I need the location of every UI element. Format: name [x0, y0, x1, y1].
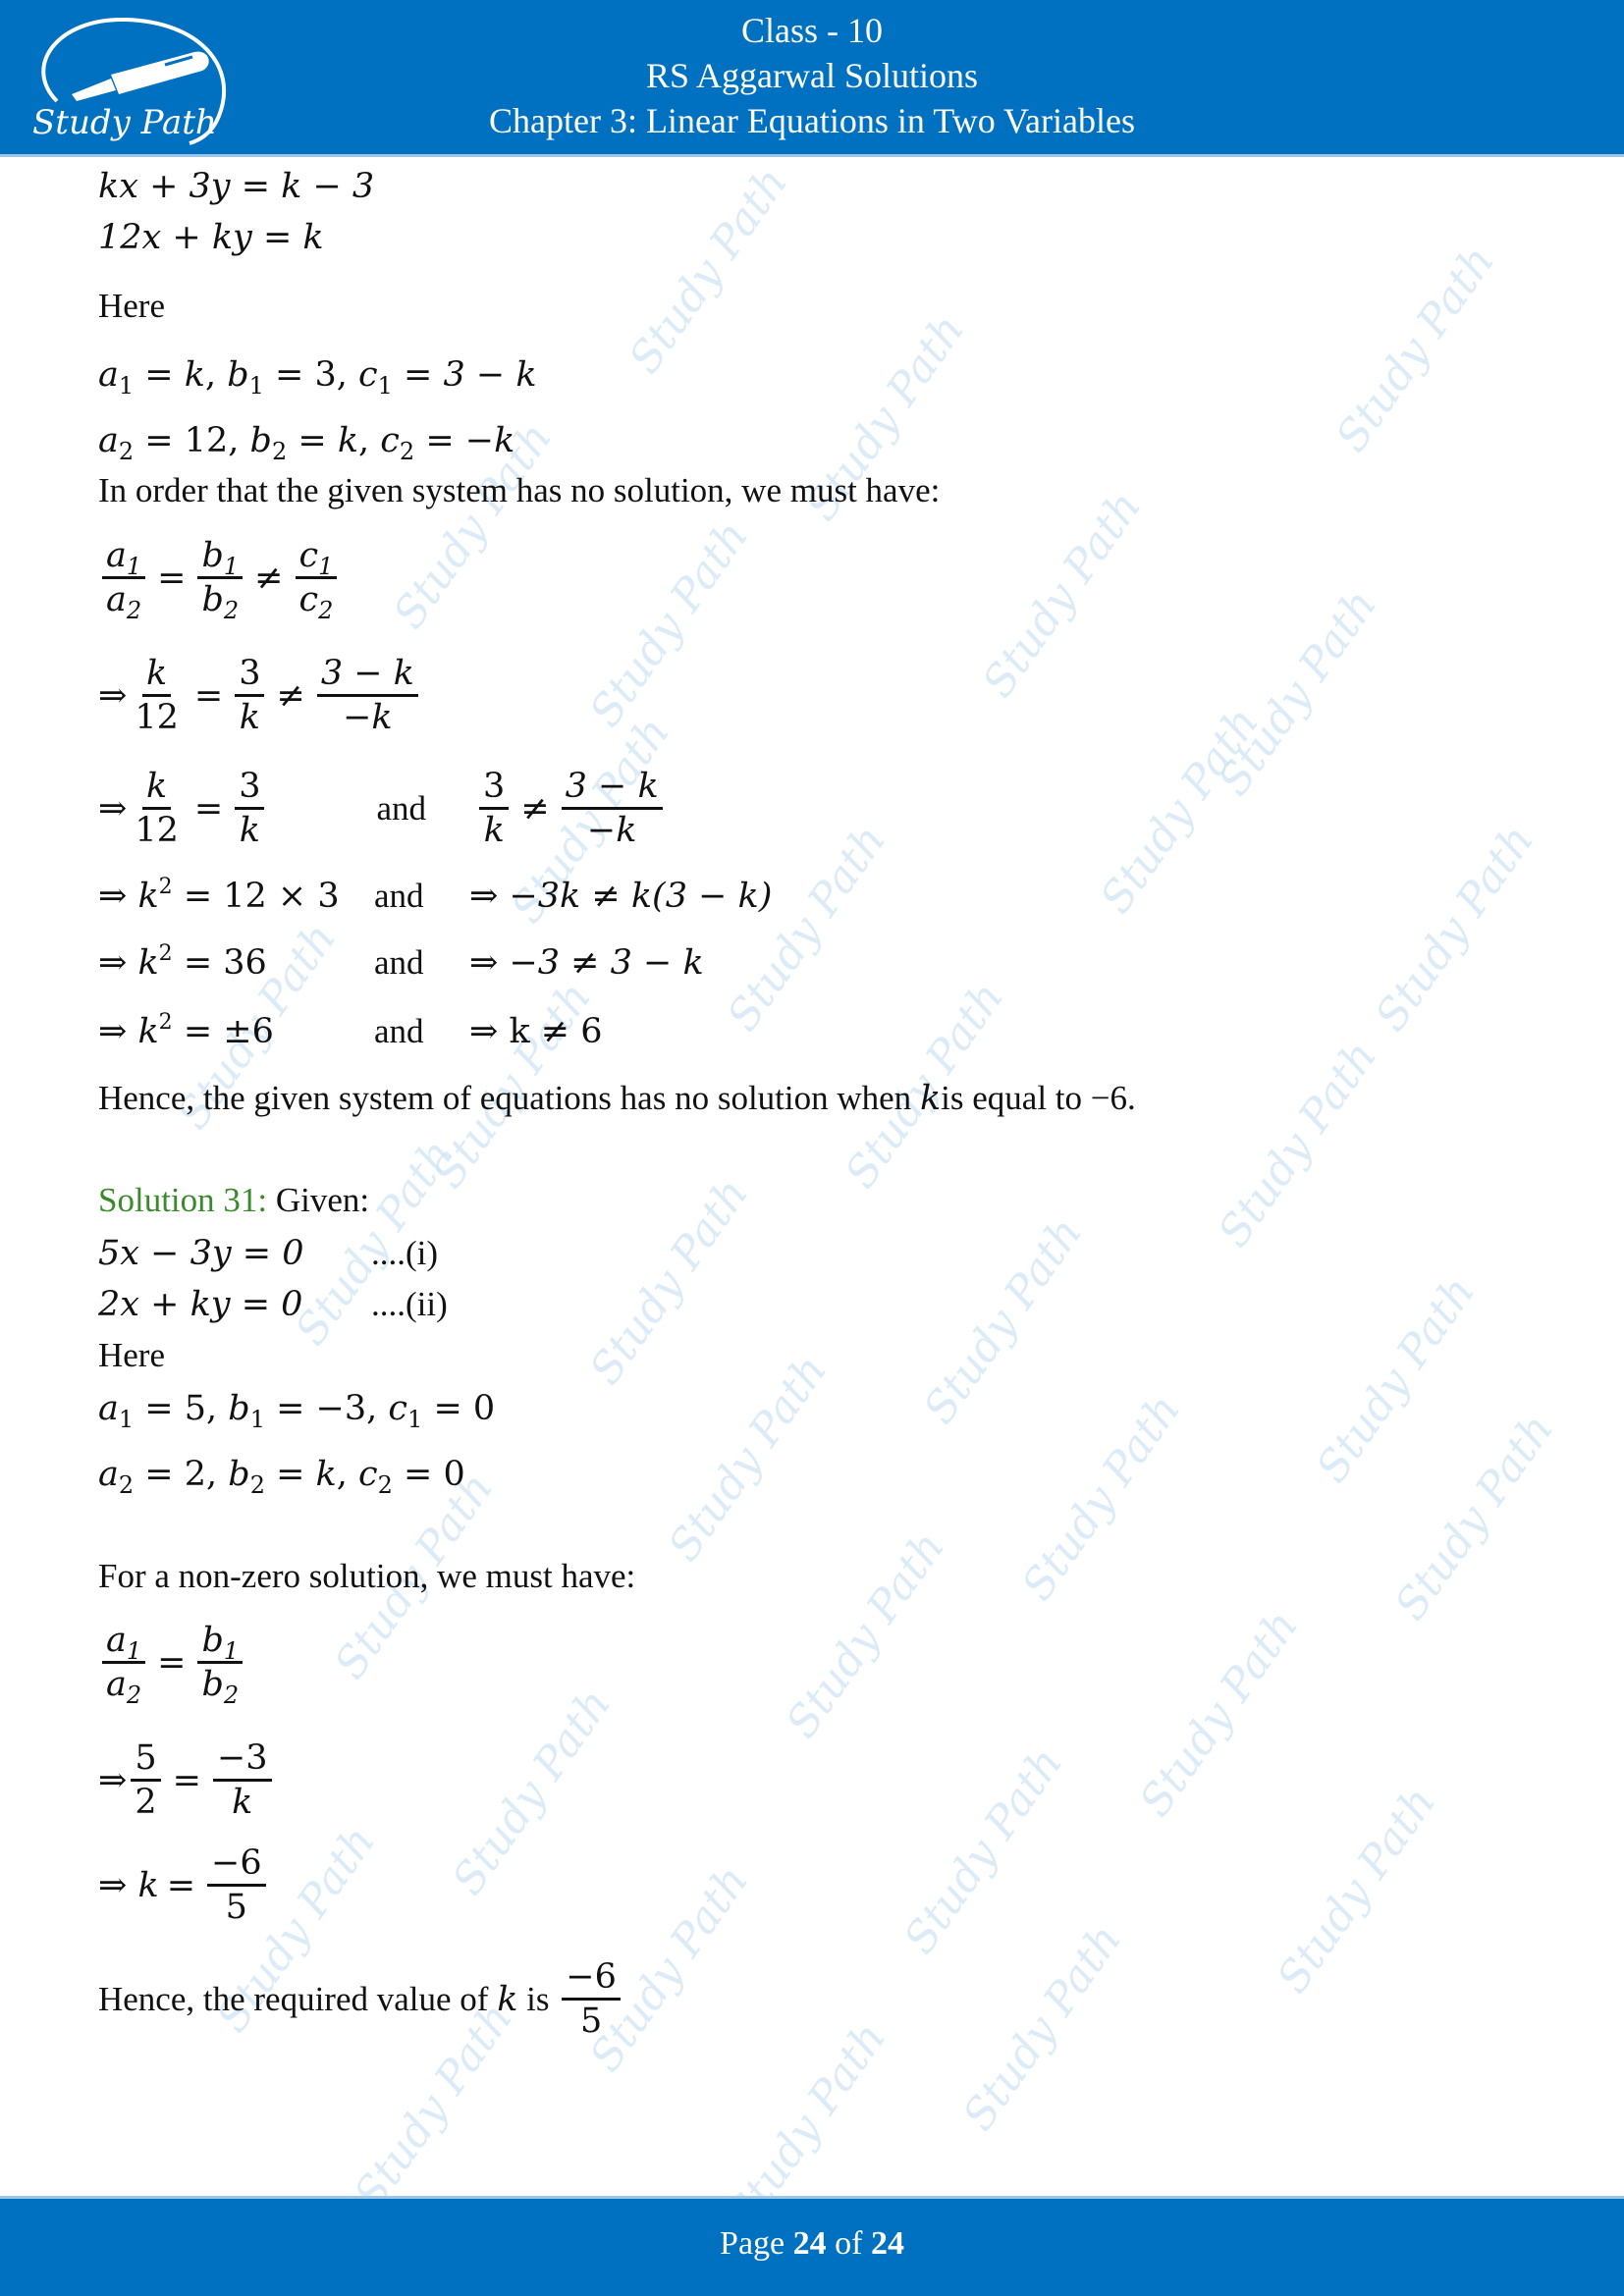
step-1: ⇒ 52 = −3 k — [98, 1737, 276, 1823]
page-header: Study Path Class - 10 RS Aggarwal Soluti… — [0, 0, 1624, 157]
watermark-text: Study Path — [1208, 580, 1387, 805]
watermark-text: Study Path — [579, 511, 759, 736]
watermark-text: Study Path — [1384, 1405, 1564, 1629]
conclusion-30: Hence, the given system of equations has… — [98, 1079, 1136, 1118]
solution-label: Solution 31: — [98, 1181, 268, 1219]
header-class: Class - 10 — [741, 11, 883, 50]
conclusion-31: Hence, the required value of k is −6 5 — [98, 1956, 624, 2042]
coefficients-line-1: a1 = 5, b1 = −3, c1 = 0 — [98, 1389, 496, 1433]
watermark-text: Study Path — [717, 816, 896, 1041]
watermark-text: Study Path — [579, 1169, 759, 1394]
watermark-text: Study Path — [619, 158, 798, 383]
equation-line: 2x + ky = 0 ....(ii) — [98, 1285, 448, 1324]
watermark-text: Study Path — [1129, 1601, 1309, 1826]
current-page: 24 — [792, 2225, 827, 2262]
watermark-text: Study Path — [658, 1346, 838, 1571]
header-book: RS Aggarwal Solutions — [645, 56, 979, 95]
total-pages: 24 — [870, 2225, 904, 2262]
step-2: ⇒ k 12 = 3k and 3k ≠ 3 − k −k — [98, 766, 667, 851]
coefficients-line-2: a2 = 12, b2 = k, c2 = −k — [98, 421, 515, 465]
ratio-condition: a1 a2 = b1 b2 — [98, 1620, 246, 1707]
watermark-text: Study Path — [1326, 237, 1505, 461]
step-2: ⇒ k = −6 5 — [98, 1842, 270, 1928]
coefficients-line-2: a2 = 2, b2 = k, c2 = 0 — [98, 1455, 465, 1499]
watermark-text: Study Path — [442, 1680, 622, 1904]
equation-line: 12x + ky = k — [98, 218, 324, 257]
step-1: ⇒ k 12 = 3k ≠ 3 − k −k — [98, 653, 422, 738]
equation-line: kx + 3y = k − 3 — [98, 167, 375, 206]
watermark-text: Study Path — [972, 482, 1152, 707]
watermark-text: Study Path — [776, 1522, 955, 1747]
equation-line: 5x − 3y = 0 ....(i) — [98, 1234, 439, 1273]
condition-text: For a non-zero solution, we must have: — [98, 1557, 636, 1595]
watermark-text: Study Path — [893, 1738, 1073, 1963]
step-3: ⇒ k2 = 12 × 3 and ⇒ −3k ≠ k(3 − k) — [98, 875, 773, 917]
header-chapter: Chapter 3: Linear Equations in Two Varia… — [488, 101, 1135, 140]
watermark-text: Study Path — [913, 1208, 1093, 1433]
watermark-text: Study Path — [952, 1915, 1132, 2140]
watermark-text: Study Path — [1306, 1267, 1486, 1492]
here-label: Here — [98, 1336, 166, 1374]
watermark-text: Study Path — [1090, 698, 1270, 923]
solution-31-heading: Solution 31: Given: — [98, 1181, 370, 1219]
watermark-text: Study Path — [1208, 1032, 1387, 1256]
page-footer: Page 24 of 24 — [0, 2196, 1624, 2296]
watermark-text: Study Path — [1011, 1385, 1191, 1610]
condition-text: In order that the given system has no so… — [98, 471, 941, 509]
ratio-condition: a1 a2 = b1 b2 ≠ c1 c2 — [98, 535, 341, 622]
coefficients-line-1: a1 = k, b1 = 3, c1 = 3 − k — [98, 355, 537, 400]
watermark-text: Study Path — [1267, 1778, 1446, 2002]
step-5: ⇒ k2 = ±6 and ⇒ k ≠ 6 — [98, 1010, 603, 1052]
watermark-text: Study Path — [1365, 816, 1544, 1041]
here-label: Here — [98, 287, 166, 325]
step-4: ⇒ k2 = 36 and ⇒ −3 ≠ 3 − k — [98, 941, 704, 984]
page-indicator: Page 24 of 24 — [720, 2225, 904, 2262]
